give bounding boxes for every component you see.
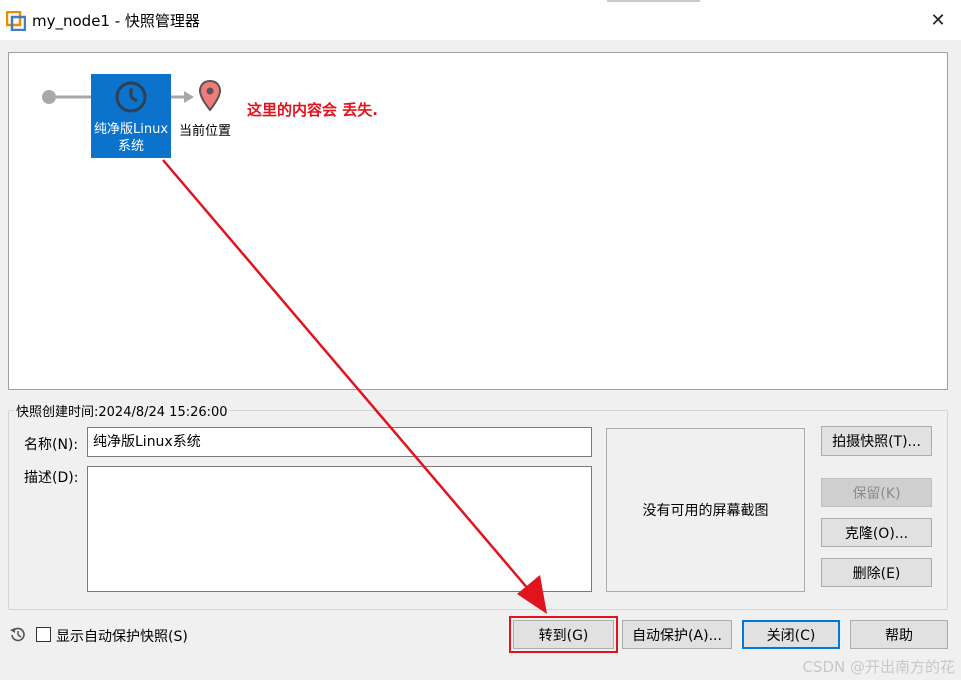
close-window-button[interactable]: ✕ [915, 0, 961, 40]
title-bar: my_node1 - 快照管理器 ✕ [0, 0, 961, 40]
description-label: 描述(D): [24, 470, 79, 486]
history-icon [10, 627, 25, 642]
current-position-label: 当前位置 [179, 124, 232, 139]
clock-icon [115, 81, 147, 113]
autoprotect-button[interactable]: 自动保护(A)... [622, 620, 732, 649]
snapshot-node-label: 纯净版Linux系统 [93, 122, 169, 154]
highlight-box [509, 616, 618, 653]
background-divider [607, 0, 700, 2]
close-button[interactable]: 关闭(C) [742, 620, 840, 649]
created-time-label: 快照创建时间:2024/8/24 15:26:00 [14, 401, 230, 420]
window-title: my_node1 - 快照管理器 [32, 12, 200, 30]
annotation-text: 这里的内容会 丢失. [247, 101, 378, 119]
help-button[interactable]: 帮助 [850, 620, 948, 649]
close-icon: ✕ [930, 9, 946, 31]
location-pin-icon [198, 79, 222, 112]
clone-button[interactable]: 克隆(O)... [821, 518, 932, 547]
link-arrow-icon [184, 91, 194, 103]
screenshot-preview: 没有可用的屏幕截图 [606, 428, 805, 592]
delete-button[interactable]: 删除(E) [821, 558, 932, 587]
name-label: 名称(N): [24, 437, 79, 453]
vmware-app-icon [6, 11, 26, 31]
snapshot-tree-panel[interactable]: 纯净版Linux系统 当前位置 这里的内容会 丢失. [8, 52, 948, 390]
keep-button[interactable]: 保留(K) [821, 478, 932, 507]
show-autoprotect-checkbox[interactable] [36, 627, 51, 642]
show-autoprotect-label[interactable]: 显示自动保护快照(S) [56, 626, 188, 646]
description-field[interactable] [87, 466, 592, 592]
name-field[interactable]: 纯净版Linux系统 [87, 427, 592, 457]
watermark: CSDN @开出南方的花 [802, 658, 955, 676]
no-screenshot-text: 没有可用的屏幕截图 [642, 503, 769, 519]
take-snapshot-button[interactable]: 拍摄快照(T)... [821, 426, 932, 456]
bottom-strip [0, 680, 961, 685]
